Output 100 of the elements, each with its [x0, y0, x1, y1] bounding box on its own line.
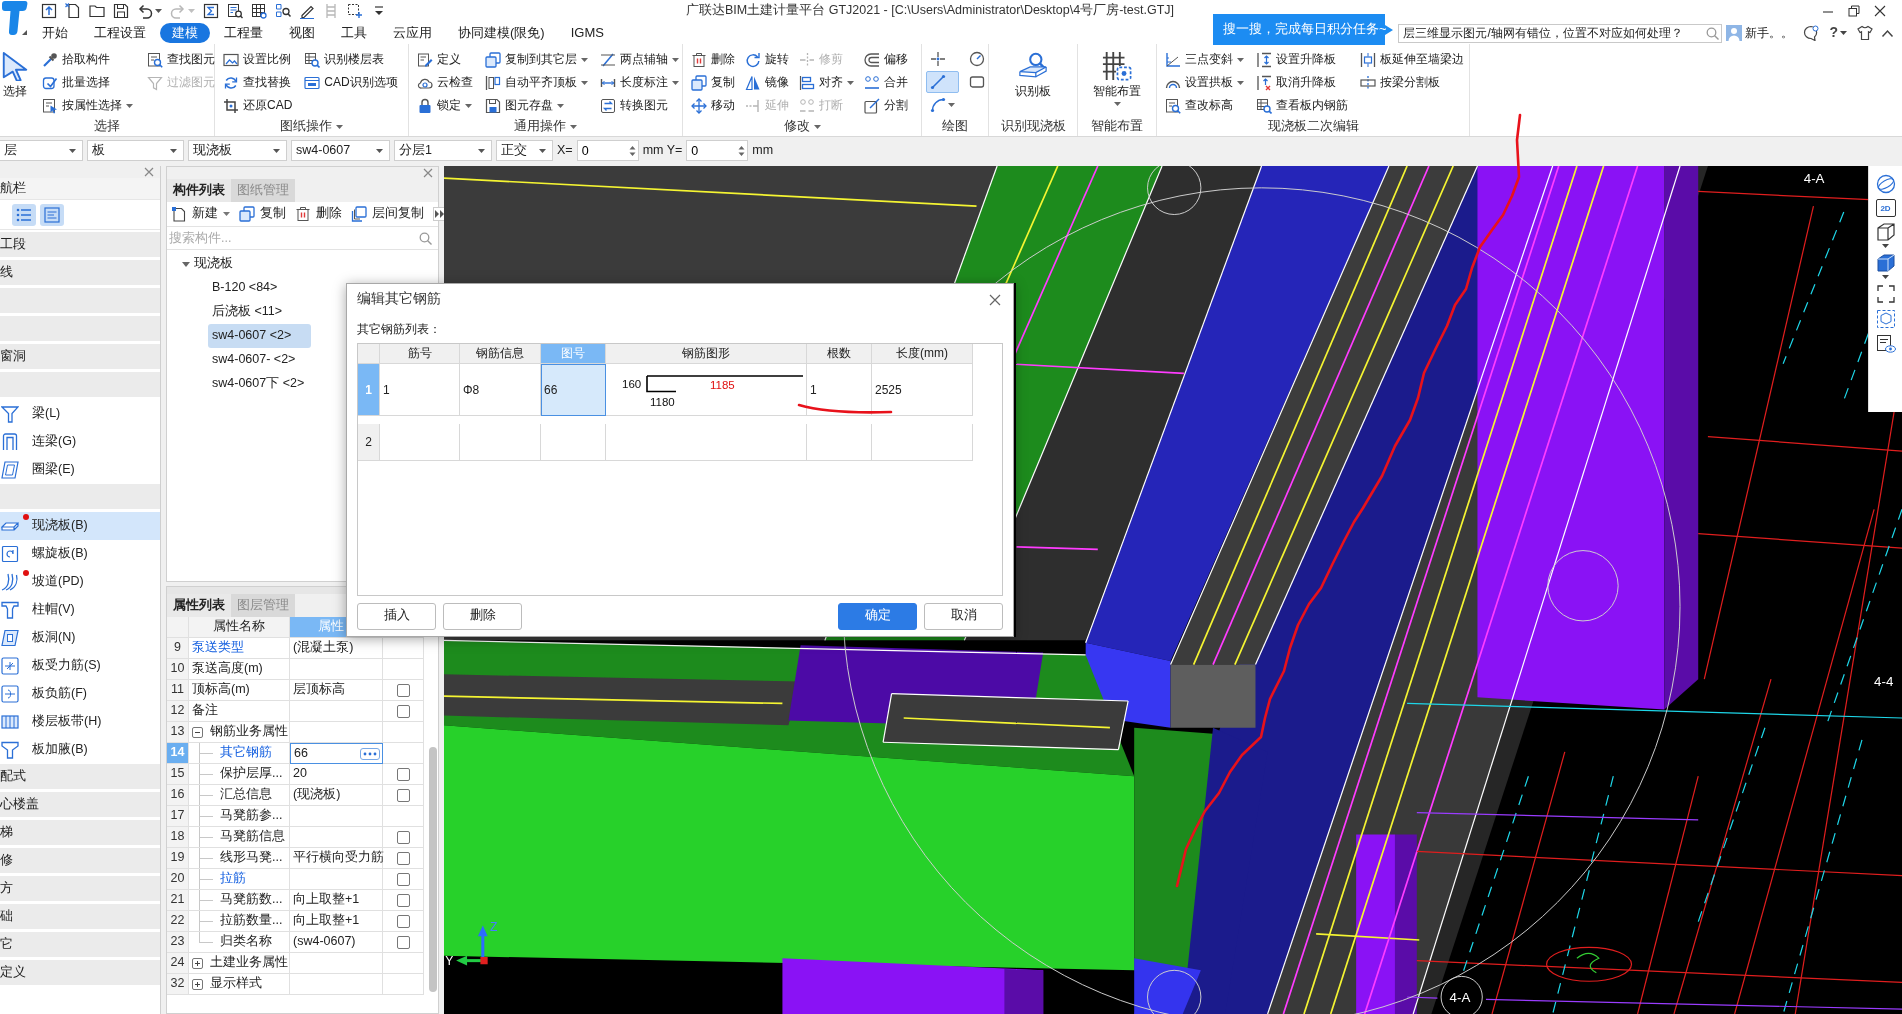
- ribbon-button[interactable]: 识别楼层表: [302, 48, 400, 71]
- toolbar-button[interactable]: 新建: [171, 206, 230, 222]
- view-button[interactable]: [1875, 284, 1896, 304]
- outline-view-icon[interactable]: [40, 203, 64, 226]
- tree-item[interactable]: 后浇板 <11>: [208, 300, 287, 324]
- nav-item[interactable]: 柱帽(V): [0, 596, 160, 624]
- column-header[interactable]: 根数: [807, 344, 872, 365]
- category-bar[interactable]: 窗洞: [0, 344, 160, 369]
- ribbon-button[interactable]: 设置拱板: [1163, 71, 1246, 94]
- category-bar[interactable]: 方: [0, 876, 160, 901]
- nav-item[interactable]: 板负筋(F): [0, 680, 160, 708]
- ribbon-button[interactable]: 锁定: [415, 94, 475, 117]
- tree-item[interactable]: 现浇板: [167, 252, 438, 276]
- ribbon-button[interactable]: 按属性选择: [40, 94, 135, 117]
- ribbon-button[interactable]: 选择: [0, 48, 30, 99]
- close-icon[interactable]: [989, 293, 1001, 306]
- checkbox[interactable]: [396, 893, 410, 907]
- ribbon-button[interactable]: 查改标高: [1163, 94, 1246, 117]
- nav-item[interactable]: 板加腋(B): [0, 736, 160, 764]
- corner-caret-icon[interactable]: [22, 30, 27, 35]
- menu-tab[interactable]: 工程设置: [82, 23, 158, 43]
- checkbox[interactable]: [396, 683, 410, 697]
- ribbon-button[interactable]: 移动: [689, 94, 737, 117]
- ribbon-button[interactable]: 识别板: [1015, 48, 1051, 99]
- ribbon-button[interactable]: 两点辅轴: [598, 48, 681, 71]
- ribbon-button[interactable]: 取消升降板: [1254, 71, 1350, 94]
- panel-tab[interactable]: 属性列表: [167, 594, 231, 617]
- expand-icon[interactable]: [192, 957, 203, 969]
- view-button[interactable]: [1875, 334, 1896, 354]
- category-bar[interactable]: 心楼盖: [0, 792, 160, 817]
- view-button[interactable]: [1875, 222, 1896, 248]
- menu-tab[interactable]: 建模: [160, 23, 210, 43]
- checkbox[interactable]: [396, 830, 410, 844]
- category-bar[interactable]: 修: [0, 848, 160, 873]
- ribbon-button[interactable]: 查看板内钢筋: [1254, 94, 1350, 117]
- ribbon-button[interactable]: 三点变斜: [1163, 48, 1246, 71]
- restore-icon[interactable]: [1848, 5, 1860, 17]
- toolbar-button[interactable]: 层间复制: [351, 206, 424, 222]
- value-field[interactable]: 66: [290, 743, 383, 764]
- menu-tab[interactable]: 开始: [30, 23, 80, 43]
- expand-icon[interactable]: [192, 978, 203, 990]
- nav-item[interactable]: 螺旋板(B): [0, 540, 160, 568]
- user-name[interactable]: 新手。。: [1745, 25, 1794, 41]
- column-header[interactable]: 筋号: [380, 344, 460, 365]
- ribbon-button[interactable]: 镜像: [743, 71, 791, 94]
- menu-tab[interactable]: 云应用: [381, 23, 444, 43]
- menu-tab[interactable]: IGMS: [558, 23, 616, 43]
- tree-item[interactable]: sw4-0607下 <2>: [208, 372, 309, 396]
- chat-bubble-icon[interactable]: [1803, 25, 1820, 41]
- column-header[interactable]: 钢筋信息: [460, 344, 541, 365]
- category-bar[interactable]: 线: [0, 260, 160, 285]
- dropdown[interactable]: sw4-0607: [291, 140, 390, 161]
- menu-tab[interactable]: 协同建模(限免): [446, 23, 557, 43]
- 2d-view-button[interactable]: 2D: [1875, 199, 1896, 217]
- ribbon-button[interactable]: 还原CAD: [221, 94, 295, 117]
- checkbox[interactable]: [396, 851, 410, 865]
- close-icon[interactable]: [1874, 5, 1886, 17]
- nav-item[interactable]: 楼层板带(H): [0, 708, 160, 736]
- number-field[interactable]: 0: [686, 140, 749, 161]
- ribbon-button[interactable]: 长度标注: [598, 71, 681, 94]
- tree-item[interactable]: B-120 <84>: [208, 276, 282, 300]
- shirt-icon[interactable]: [1857, 25, 1873, 41]
- ribbon-button[interactable]: 图元存盘: [483, 94, 590, 117]
- checkbox[interactable]: [396, 872, 410, 886]
- ribbon-button[interactable]: 复制到其它层: [483, 48, 590, 71]
- tree-item[interactable]: sw4-0607 <2>: [208, 324, 311, 348]
- number-field[interactable]: 0: [576, 140, 639, 161]
- nav-item[interactable]: 坡道(PD): [0, 568, 160, 596]
- checkbox[interactable]: [396, 935, 410, 949]
- toolbar-button[interactable]: 删除: [295, 206, 342, 222]
- checkbox[interactable]: [396, 788, 410, 802]
- menu-tab[interactable]: 工程量: [212, 23, 275, 43]
- category-bar[interactable]: 梯: [0, 820, 160, 845]
- ribbon-button[interactable]: 设置比例: [221, 48, 295, 71]
- search-field[interactable]: 层三维显示图元/轴网有错位，位置不对应如何处理？: [1398, 23, 1723, 43]
- panel-tab[interactable]: 构件列表: [167, 179, 231, 202]
- checkbox[interactable]: [396, 767, 410, 781]
- dialog-button[interactable]: 删除: [443, 602, 522, 630]
- ribbon-button[interactable]: 转换图元: [598, 94, 681, 117]
- scrollbar[interactable]: [429, 747, 437, 992]
- ribbon-button[interactable]: 定义: [415, 48, 475, 71]
- nav-item[interactable]: 梁(L): [0, 400, 160, 428]
- ribbon-button[interactable]: 对齐: [797, 71, 856, 94]
- ribbon-button[interactable]: CAD识别选项: [302, 71, 400, 94]
- checkbox[interactable]: [396, 914, 410, 928]
- nav-item[interactable]: 现浇板(B): [0, 512, 160, 540]
- ribbon-button[interactable]: 查找替换: [221, 71, 295, 94]
- category-bar[interactable]: 定义: [0, 960, 160, 985]
- ribbon-button[interactable]: 查找图元: [145, 48, 217, 71]
- logo-icon[interactable]: [0, 0, 28, 36]
- help-button[interactable]: ?: [1827, 24, 1849, 42]
- ribbon-button[interactable]: 批量选择: [40, 71, 135, 94]
- ribbon-button[interactable]: 云检查: [415, 71, 475, 94]
- ribbon-button[interactable]: 分割: [862, 94, 910, 117]
- row-number[interactable]: 2: [358, 424, 380, 462]
- dropdown[interactable]: 现浇板: [188, 140, 287, 161]
- category-bar[interactable]: 配式: [0, 764, 160, 789]
- category-bar[interactable]: 础: [0, 904, 160, 929]
- expand-caret-icon[interactable]: [182, 260, 190, 268]
- ribbon-button[interactable]: 旋转: [743, 48, 791, 71]
